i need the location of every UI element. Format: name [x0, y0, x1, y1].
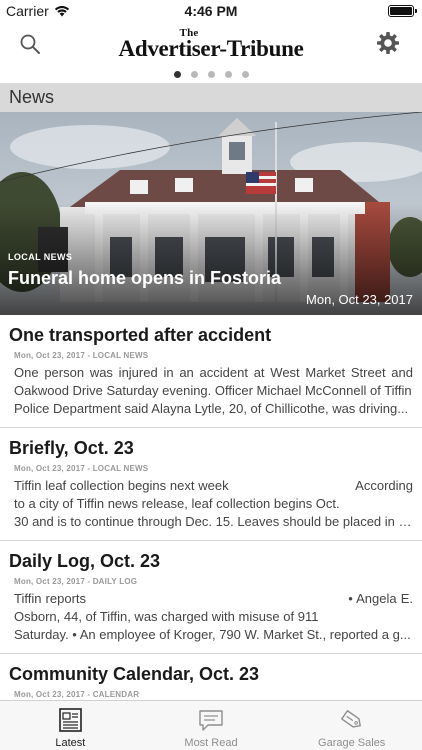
article-item[interactable]: Briefly, Oct. 23 Mon, Oct 23, 2017 - LOC…	[0, 428, 422, 541]
tab-label: Garage Sales	[318, 737, 386, 749]
article-title[interactable]: Daily Log, Oct. 23	[9, 550, 413, 572]
page-dot[interactable]	[224, 70, 232, 78]
masthead-name: Advertiser-Tribune	[118, 36, 304, 61]
article-meta: Mon, Oct 23, 2017 - LOCAL NEWS	[14, 464, 149, 473]
tab-bar: Latest Most Read Garage Sales	[0, 700, 422, 750]
page-dot[interactable]	[207, 70, 215, 78]
tab-label: Most Read	[184, 737, 238, 749]
nav-bar: The Advertiser-Tribune	[0, 22, 422, 66]
article-meta: Mon, Oct 23, 2017 - DAILY LOG	[14, 577, 138, 586]
article-snippet-text: Saturday. • An employee of Kroger, 790 W…	[14, 627, 411, 642]
masthead-logo: The Advertiser-Tribune	[0, 28, 422, 61]
newspaper-icon	[59, 708, 83, 732]
article-meta: Mon, Oct 23, 2017 - LOCAL NEWS	[14, 351, 149, 360]
article-snippet: Tiffin reports • Angela E. Osborn, 44, o…	[14, 590, 413, 644]
status-bar: Carrier 4:46 PM	[0, 0, 422, 22]
article-snippet-text: Police Department said Alayna Lytle, 20,…	[14, 401, 409, 416]
article-item[interactable]: Community Calendar, Oct. 23 Mon, Oct 23,…	[0, 654, 422, 699]
article-snippet-text: 30 and is to continue through Dec. 15. L…	[14, 514, 413, 529]
tab-garage-sales[interactable]: Garage Sales	[281, 701, 422, 750]
article-title[interactable]: Community Calendar, Oct. 23	[9, 663, 413, 685]
article-snippet-text: Tiffin leaf collection begins next week …	[14, 478, 413, 511]
gear-icon[interactable]	[376, 31, 400, 55]
page-dot[interactable]	[190, 70, 198, 78]
article-snippet: One person was injured in an accident at…	[14, 364, 413, 418]
sale-tag-icon	[340, 710, 361, 728]
article-snippet: Tiffin leaf collection begins next week …	[14, 477, 413, 531]
article-snippet-text: Tiffin reports • Angela E. Osborn, 44, o…	[14, 591, 413, 624]
hero-category-badge: LOCAL NEWS	[8, 252, 73, 262]
article-snippet-text: One person was injured in an accident at…	[14, 365, 413, 398]
hero-headline[interactable]: Funeral home opens in Fostoria	[8, 268, 281, 289]
tab-latest[interactable]: Latest	[0, 701, 141, 750]
article-meta: Mon, Oct 23, 2017 - CALENDAR	[14, 690, 140, 699]
page-indicator[interactable]	[0, 67, 422, 81]
article-item[interactable]: One transported after accident Mon, Oct …	[0, 315, 422, 428]
article-title[interactable]: One transported after accident	[9, 324, 413, 346]
section-header: News	[0, 83, 422, 112]
article-item[interactable]: Daily Log, Oct. 23 Mon, Oct 23, 2017 - D…	[0, 541, 422, 654]
chat-bubble-icon	[199, 710, 223, 731]
tab-label: Latest	[55, 737, 86, 749]
article-title[interactable]: Briefly, Oct. 23	[9, 437, 413, 459]
hero-story[interactable]: LOCAL NEWS Funeral home opens in Fostori…	[0, 112, 422, 315]
status-time: 4:46 PM	[184, 3, 238, 19]
page-dot[interactable]	[173, 70, 181, 78]
hero-date: Mon, Oct 23, 2017	[306, 292, 413, 307]
battery-icon	[388, 5, 417, 17]
tab-most-read[interactable]: Most Read	[141, 701, 282, 750]
page-dot[interactable]	[241, 70, 249, 78]
article-list: One transported after accident Mon, Oct …	[0, 315, 422, 700]
